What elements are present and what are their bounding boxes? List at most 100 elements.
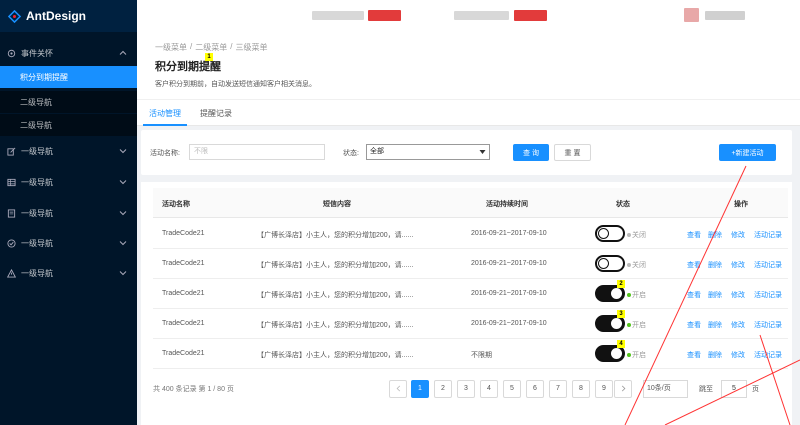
delete-link[interactable]: 删除: [708, 230, 722, 240]
app-title: AntDesign: [26, 9, 86, 23]
jump-page-input[interactable]: 5: [721, 380, 747, 398]
edit-link[interactable]: 修改: [731, 350, 745, 360]
prev-page-button[interactable]: [389, 380, 407, 398]
view-link[interactable]: 查看: [687, 290, 701, 300]
status-dot: [627, 293, 631, 298]
view-link[interactable]: 查看: [687, 230, 701, 240]
sidebar-subitem-2[interactable]: 二级导航: [0, 114, 137, 136]
sidebar-item-1[interactable]: 一级导航: [0, 140, 137, 162]
delete-link[interactable]: 删除: [708, 290, 722, 300]
sidebar-item-label: 一级导航: [21, 268, 53, 278]
sidebar-item-4[interactable]: 一级导航: [0, 232, 137, 254]
records-link[interactable]: 活动记录: [754, 290, 782, 300]
settings-icon: [7, 49, 16, 58]
breadcrumb-item[interactable]: 一级菜单: [155, 42, 187, 53]
status-dot: [627, 233, 631, 238]
status-select[interactable]: 全部: [366, 144, 490, 160]
status-text: 开启: [627, 350, 646, 360]
page-button[interactable]: 9: [595, 380, 613, 398]
activity-name-input[interactable]: 不限: [189, 144, 325, 160]
view-link[interactable]: 查看: [687, 260, 701, 270]
status-label: 开启: [632, 322, 646, 329]
page-button[interactable]: 4: [480, 380, 498, 398]
next-page-button[interactable]: [614, 380, 632, 398]
app-logo[interactable]: AntDesign: [0, 0, 137, 32]
delete-link[interactable]: 删除: [708, 260, 722, 270]
annotation-pin: 2: [617, 280, 625, 288]
chevron-down-icon: [119, 271, 127, 276]
page-button[interactable]: 2: [434, 380, 452, 398]
page-button[interactable]: 3: [457, 380, 475, 398]
header-blurred-text: [312, 11, 364, 20]
delete-link[interactable]: 删除: [708, 320, 722, 330]
status-select-value: 全部: [370, 148, 384, 155]
status-text: 关闭: [627, 260, 646, 270]
status-toggle[interactable]: [595, 255, 625, 272]
tab-reminder-records[interactable]: 提醒记录: [200, 108, 232, 119]
page-button[interactable]: 1: [411, 380, 429, 398]
header-blurred-username[interactable]: [705, 11, 745, 20]
page-size-select[interactable]: 10条/页: [643, 380, 688, 398]
column-header-name: 活动名称: [162, 201, 190, 208]
sidebar-item-label: 事件关怀: [21, 48, 53, 58]
filter-panel: 活动名称: 不限 状态: 全部 查 询 重 置 +新建活动: [141, 130, 792, 175]
page-button[interactable]: 6: [526, 380, 544, 398]
page-button[interactable]: 5: [503, 380, 521, 398]
sidebar-item-3[interactable]: 一级导航: [0, 202, 137, 224]
edit-link[interactable]: 修改: [731, 260, 745, 270]
cell-content: 【广博长泽店】小主人，您的积分增加200，请......: [257, 292, 414, 299]
table-row: TradeCode21 【广博长泽店】小主人，您的积分增加200，请...... 2…: [153, 309, 788, 339]
cell-duration: 2016-09-21~2017-09-10: [471, 230, 547, 237]
chevron-down-icon: [119, 149, 127, 154]
records-link[interactable]: 活动记录: [754, 350, 782, 360]
form-icon: [7, 208, 16, 218]
sidebar-subitem-label: 二级导航: [20, 97, 52, 107]
sidebar-item-5[interactable]: 一级导航: [0, 262, 137, 284]
cell-name: TradeCode21: [162, 350, 205, 357]
cell-name: TradeCode21: [162, 230, 205, 237]
sidebar-subitem-label: 积分到期提醒: [20, 72, 68, 82]
status-label: 状态:: [343, 150, 359, 157]
breadcrumb-item: 三级菜单: [235, 43, 268, 52]
edit-link[interactable]: 修改: [731, 230, 745, 240]
sidebar-item-0[interactable]: 事件关怀: [0, 42, 137, 64]
cell-content: 【广博长泽店】小主人，您的积分增加200，请......: [257, 352, 414, 359]
edit-link[interactable]: 修改: [731, 320, 745, 330]
cell-name: TradeCode21: [162, 260, 205, 267]
sidebar-subitem-1[interactable]: 二级导航: [0, 91, 137, 113]
page-description: 客户积分到期前，自动发送短信通知客户相关消息。: [155, 81, 316, 88]
new-activity-button[interactable]: +新建活动: [719, 144, 776, 161]
status-label: 关闭: [632, 232, 646, 239]
status-label: 开启: [632, 352, 646, 359]
sidebar-item-label: 一级导航: [21, 146, 53, 156]
page-header: 一级菜单 / 二级菜单 / 三级菜单 积分到期提醒 1 客户积分到期前，自动发送短信…: [137, 32, 800, 99]
column-header-status: 状态: [616, 201, 630, 208]
sidebar-item-2[interactable]: 一级导航: [0, 171, 137, 193]
records-link[interactable]: 活动记录: [754, 260, 782, 270]
records-link[interactable]: 活动记录: [754, 230, 782, 240]
page-button[interactable]: 7: [549, 380, 567, 398]
breadcrumb-item[interactable]: 二级菜单: [195, 42, 227, 53]
query-button[interactable]: 查 询: [513, 144, 549, 161]
tab-activity-management[interactable]: 活动管理: [149, 108, 181, 119]
reset-button[interactable]: 重 置: [554, 144, 591, 161]
cell-duration: 2016-09-21~2017-09-10: [471, 320, 547, 327]
status-toggle[interactable]: [595, 225, 625, 242]
sidebar-subitem-0[interactable]: 积分到期提醒: [0, 66, 137, 88]
page-button[interactable]: 8: [572, 380, 590, 398]
annotation-pin: 1: [205, 53, 213, 61]
table-header: 活动名称 短信内容 活动持续时间 状态 操作: [153, 188, 788, 218]
chevron-up-icon: [119, 50, 127, 55]
status-dot: [627, 353, 631, 358]
header-blurred-avatar[interactable]: [684, 8, 699, 22]
records-link[interactable]: 活动记录: [754, 320, 782, 330]
edit-icon: [7, 147, 16, 156]
sidebar-item-label: 一级导航: [21, 238, 53, 248]
annotation-pin: 4: [617, 340, 625, 348]
view-link[interactable]: 查看: [687, 350, 701, 360]
delete-link[interactable]: 删除: [708, 350, 722, 360]
toggle-knob: [598, 258, 609, 269]
edit-link[interactable]: 修改: [731, 290, 745, 300]
view-link[interactable]: 查看: [687, 320, 701, 330]
jump-unit: 页: [752, 386, 759, 393]
